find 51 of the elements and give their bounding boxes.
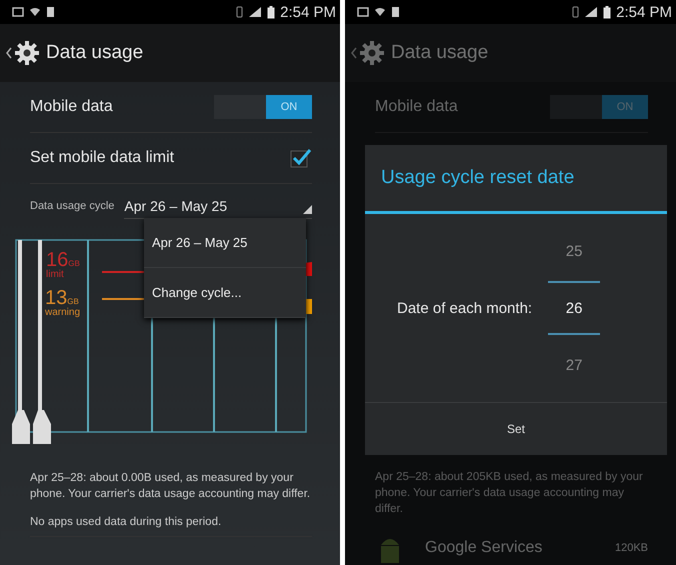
set-button[interactable]: Set <box>365 403 667 455</box>
limit-unit: GB <box>68 260 80 268</box>
app-usage: 120KB <box>614 542 648 554</box>
sd-card-icon <box>391 6 400 18</box>
date-label: Date of each month: <box>397 300 532 316</box>
no-apps-message: No apps used data during this period. <box>30 516 312 537</box>
app-name: Google Services <box>425 539 544 557</box>
signal-icon <box>584 6 598 18</box>
dropdown-caret-icon <box>303 204 312 214</box>
gear-icon <box>14 40 40 66</box>
limit-label: limit <box>46 270 65 280</box>
checkbox[interactable] <box>290 148 312 168</box>
gear-icon <box>359 40 385 66</box>
picker-value[interactable]: 26 <box>548 281 600 335</box>
cycle-value: Apr 26 – May 25 <box>124 198 228 214</box>
image-icon <box>357 7 369 17</box>
setting-label: Mobile data <box>30 98 113 116</box>
status-time: 2:54 PM <box>616 4 672 20</box>
menu-item[interactable]: Apr 26 – May 25 <box>144 218 306 268</box>
image-icon <box>12 7 24 17</box>
dialog-title: Usage cycle reset date <box>365 145 667 214</box>
wifi-icon <box>29 7 41 17</box>
screen-title: Data usage <box>46 42 144 64</box>
limit-value: 16 <box>46 250 68 270</box>
menu-item[interactable]: Change cycle... <box>144 268 306 318</box>
warning-value: 13 <box>45 288 68 308</box>
range-start-handle[interactable] <box>12 240 30 444</box>
usage-summary: Apr 25–28: about 205KB used, as measured by your phone. Your carrier's data usage accounting may differ. <box>375 470 644 517</box>
wifi-icon <box>374 7 386 17</box>
vibrate-icon <box>572 6 580 18</box>
status-time: 2:54 PM <box>280 4 336 20</box>
battery-icon <box>267 6 276 18</box>
setting-label: Set mobile data limit <box>30 149 174 167</box>
vibrate-icon <box>236 6 244 18</box>
date-picker[interactable]: 25 26 27 <box>548 221 600 395</box>
picker-value[interactable]: 25 <box>548 221 600 281</box>
warning-label: warning <box>45 308 82 318</box>
sd-card-icon <box>46 6 55 18</box>
battery-icon <box>603 6 612 18</box>
back-button[interactable] <box>6 40 40 66</box>
warning-unit: GB <box>67 298 79 306</box>
usage-summary: Apr 25–28: about 0.00B used, as measured by your phone. Your carrier's data usage accounting may differ. <box>30 471 312 502</box>
picker-value[interactable]: 27 <box>548 335 600 395</box>
setting-label: Mobile data <box>375 98 458 116</box>
screen-title: Data usage <box>391 42 488 64</box>
switch-thumb: ON <box>602 95 648 119</box>
cycle-label: Data usage cycle <box>30 200 114 212</box>
back-caret-icon <box>351 47 357 59</box>
switch-thumb: ON <box>266 95 312 119</box>
back-caret-icon <box>6 47 12 59</box>
signal-icon <box>248 6 262 18</box>
